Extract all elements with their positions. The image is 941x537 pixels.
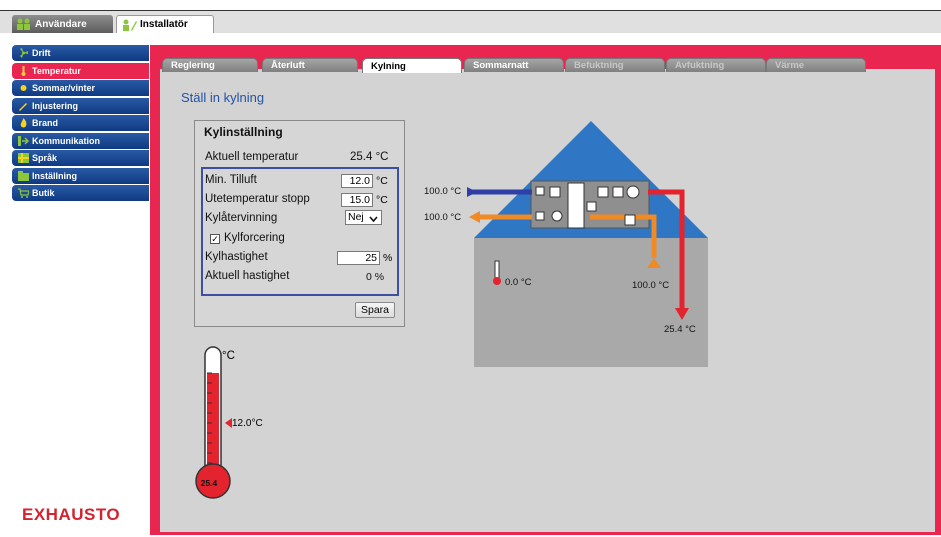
tab-installer-label: Installatör bbox=[140, 19, 188, 30]
sidebar-item-label: Brand bbox=[32, 118, 59, 128]
filter-icon bbox=[549, 186, 561, 198]
thermometer-bulb-value: 25.4 bbox=[200, 478, 218, 488]
damper-icon bbox=[586, 201, 597, 212]
sidebar-item-brand[interactable]: Brand bbox=[12, 115, 149, 131]
panel-title: Kylinställning bbox=[204, 125, 283, 139]
damper-icon bbox=[535, 186, 545, 196]
current-temp-value: 25.4 °C bbox=[350, 151, 389, 163]
thermometer-unit: °C bbox=[222, 350, 235, 362]
thermometer-marker-label: 12.0°C bbox=[232, 418, 263, 429]
sidebar-item-sprak[interactable]: Språk bbox=[12, 150, 149, 166]
save-button[interactable]: Spara bbox=[355, 302, 395, 318]
sidebar-item-label: Inställning bbox=[32, 170, 77, 181]
tab-varme[interactable]: Värme bbox=[766, 58, 866, 72]
wrench-icon bbox=[18, 101, 29, 111]
tab-avfuktning[interactable]: Avfuktning bbox=[666, 58, 766, 72]
outdoor-stop-label: Utetemperatur stopp bbox=[205, 193, 310, 205]
room-thermometer-bulb bbox=[493, 277, 501, 285]
tab-reglering[interactable]: Reglering bbox=[162, 58, 258, 72]
fan-icon bbox=[551, 210, 563, 222]
damper-icon bbox=[535, 211, 545, 221]
tab-sommarnatt[interactable]: Sommarnatt bbox=[464, 58, 564, 72]
sidebar-item-label: Butik bbox=[32, 188, 55, 198]
recovery-select[interactable]: Nej bbox=[345, 210, 382, 225]
exhaust-arrow bbox=[469, 211, 480, 223]
recovery-select-value: Nej bbox=[348, 211, 364, 223]
room-temp: 0.0 °C bbox=[505, 277, 532, 288]
heat-exchanger bbox=[567, 182, 585, 229]
outdoor-air-arrow bbox=[467, 187, 477, 197]
sidebar-item-butik[interactable]: Butik bbox=[12, 185, 149, 201]
tab-befuktning[interactable]: Befuktning bbox=[565, 58, 665, 72]
cart-icon bbox=[18, 188, 30, 198]
room-thermometer-icon bbox=[494, 260, 500, 280]
sidebar-item-temperatur[interactable]: Temperatur bbox=[12, 62, 149, 79]
sidebar-item-installning[interactable]: Inställning bbox=[12, 167, 149, 184]
network-icon bbox=[18, 135, 30, 146]
forcing-checkbox[interactable]: ✓ bbox=[210, 234, 220, 244]
sidebar-item-label: Kommunikation bbox=[32, 135, 101, 146]
sidebar: Drift Temperatur Sommar/vinter Injusteri… bbox=[12, 45, 149, 203]
min-supply-label: Min. Tilluft bbox=[205, 174, 257, 186]
folder-icon bbox=[18, 170, 29, 181]
sidebar-item-label: Temperatur bbox=[32, 65, 81, 76]
tab-user-label: Användare bbox=[35, 18, 87, 30]
room-shape bbox=[474, 238, 708, 367]
tab-user[interactable]: Användare bbox=[12, 15, 113, 33]
recovery-label: Kylåtervinning bbox=[205, 212, 278, 224]
min-supply-unit: °C bbox=[376, 175, 388, 187]
fan-icon bbox=[626, 185, 640, 199]
exhaust-air-temp: 100.0 °C bbox=[424, 212, 462, 223]
cooler-icon bbox=[597, 186, 609, 198]
flag-icon bbox=[18, 153, 29, 163]
sidebar-item-label: Drift bbox=[32, 48, 51, 58]
filter-icon bbox=[624, 214, 636, 226]
tab-aterluft[interactable]: Återluft bbox=[262, 58, 358, 72]
users-icon bbox=[16, 18, 32, 30]
page-title: Ställ in kylning bbox=[181, 90, 265, 105]
sidebar-item-label: Språk bbox=[32, 153, 58, 163]
tab-kylning[interactable]: Kylning bbox=[362, 58, 462, 73]
min-supply-input[interactable]: 12.0 bbox=[341, 174, 373, 188]
sidebar-item-drift[interactable]: Drift bbox=[12, 45, 149, 61]
app-window: Användare Installatör Drift Temperatur S… bbox=[0, 0, 941, 537]
heater-icon bbox=[612, 186, 624, 198]
supply-air-temp: 25.4 °C bbox=[664, 324, 696, 335]
speed-unit: % bbox=[383, 252, 393, 264]
chevron-down-icon bbox=[369, 214, 378, 227]
sidebar-item-injustering[interactable]: Injustering bbox=[12, 97, 149, 114]
tab-installer[interactable]: Installatör bbox=[116, 15, 214, 33]
sidebar-item-kommunikation[interactable]: Kommunikation bbox=[12, 132, 149, 149]
top-bar: Användare Installatör bbox=[0, 0, 941, 33]
thermometer-icon bbox=[18, 65, 29, 76]
actual-speed-value: 0 % bbox=[366, 271, 385, 283]
installer-icon bbox=[121, 19, 137, 31]
speed-label: Kylhastighet bbox=[205, 251, 268, 263]
sun-icon bbox=[18, 83, 29, 93]
outdoor-stop-unit: °C bbox=[376, 194, 388, 206]
outdoor-air-temp: 100.0 °C bbox=[424, 186, 462, 197]
fire-icon bbox=[18, 118, 29, 128]
sidebar-item-label: Sommar/vinter bbox=[32, 83, 96, 93]
speed-input[interactable]: 25 bbox=[337, 251, 380, 265]
extract-air-temp: 100.0 °C bbox=[632, 280, 670, 291]
sidebar-item-sommar-vinter[interactable]: Sommar/vinter bbox=[12, 80, 149, 96]
fan-icon bbox=[18, 48, 29, 58]
sidebar-item-label: Injustering bbox=[32, 100, 79, 111]
forcing-label: Kylforcering bbox=[224, 232, 285, 244]
outdoor-stop-input[interactable]: 15.0 bbox=[341, 193, 373, 207]
brand-logo: EXHAUSTO bbox=[22, 505, 121, 524]
current-temp-label: Aktuell temperatur bbox=[205, 151, 299, 163]
actual-speed-label: Aktuell hastighet bbox=[205, 270, 290, 282]
